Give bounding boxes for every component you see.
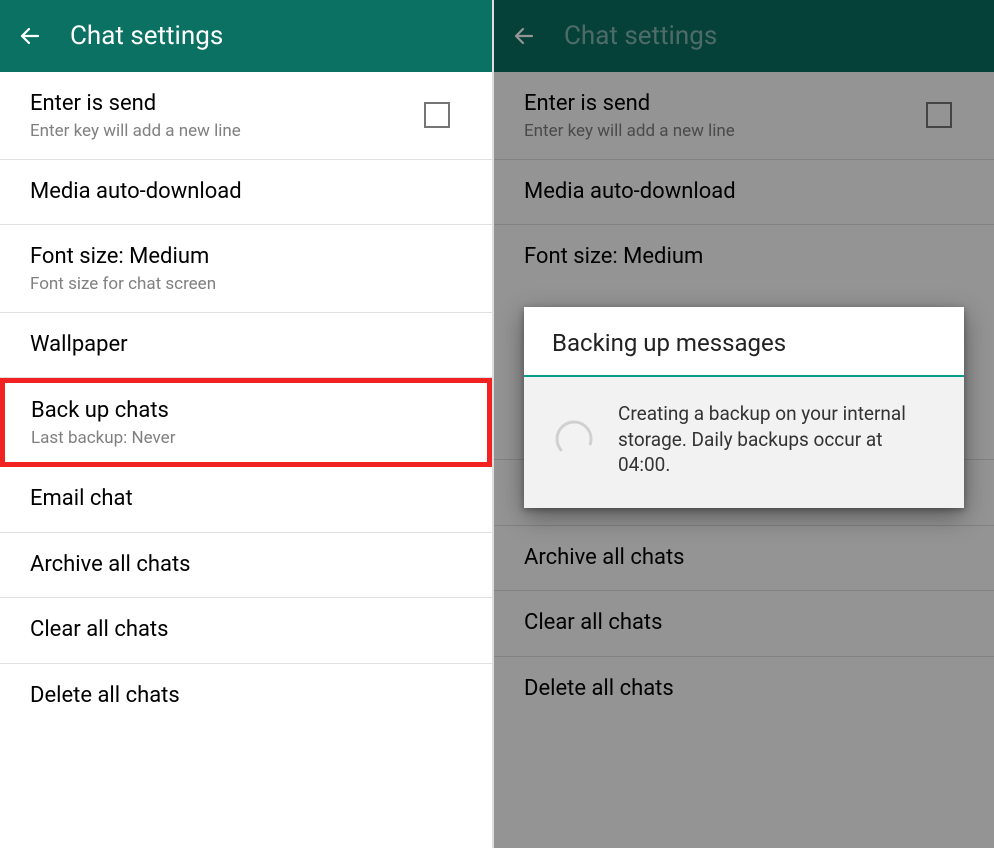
page-title: Chat settings xyxy=(564,21,717,51)
item-title: Media auto-download xyxy=(524,178,964,207)
enter-send-checkbox[interactable] xyxy=(926,102,952,128)
header: Chat settings xyxy=(494,0,994,72)
delete-all-row[interactable]: Delete all chats xyxy=(494,657,994,722)
item-subtitle: Enter key will add a new line xyxy=(524,121,926,141)
settings-list: Enter is send Enter key will add a new l… xyxy=(0,72,492,728)
font-size-row[interactable]: Font size: Medium Font size for chat scr… xyxy=(0,225,492,313)
item-title: Wallpaper xyxy=(30,331,462,360)
header: Chat settings xyxy=(0,0,492,72)
archive-all-row[interactable]: Archive all chats xyxy=(494,526,994,592)
screen-left: Chat settings Enter is send Enter key wi… xyxy=(0,0,494,848)
delete-all-row[interactable]: Delete all chats xyxy=(0,664,492,729)
item-title: Font size: Medium xyxy=(30,243,462,272)
item-title: Clear all chats xyxy=(30,616,462,645)
item-title: Email chat xyxy=(30,485,462,514)
item-title: Font size: Medium xyxy=(524,243,964,272)
item-subtitle: Enter key will add a new line xyxy=(30,121,424,141)
item-title: Media auto-download xyxy=(30,178,462,207)
page-title: Chat settings xyxy=(70,21,223,51)
item-title: Delete all chats xyxy=(524,675,964,704)
enter-is-send-row[interactable]: Enter is send Enter key will add a new l… xyxy=(0,72,492,160)
item-title: Enter is send xyxy=(524,90,926,119)
media-auto-download-row[interactable]: Media auto-download xyxy=(494,160,994,226)
item-title: Enter is send xyxy=(30,90,424,119)
email-chat-row[interactable]: Email chat xyxy=(0,467,492,533)
enter-is-send-row[interactable]: Enter is send Enter key will add a new l… xyxy=(494,72,994,160)
item-title: Back up chats xyxy=(31,397,461,426)
backup-dialog: Backing up messages Creating a backup on… xyxy=(524,307,964,508)
archive-all-row[interactable]: Archive all chats xyxy=(0,533,492,599)
screen-right: Chat settings Enter is send Enter key wi… xyxy=(494,0,994,848)
clear-all-row[interactable]: Clear all chats xyxy=(0,598,492,664)
item-subtitle: Font size for chat screen xyxy=(30,274,462,294)
dialog-title: Backing up messages xyxy=(524,307,964,377)
back-arrow-icon[interactable] xyxy=(512,24,536,48)
item-subtitle: Last backup: Never xyxy=(31,428,461,448)
item-title: Clear all chats xyxy=(524,609,964,638)
media-auto-download-row[interactable]: Media auto-download xyxy=(0,160,492,226)
backup-chats-row[interactable]: Back up chats Last backup: Never xyxy=(0,378,492,467)
item-title: Delete all chats xyxy=(30,682,462,711)
wallpaper-row[interactable]: Wallpaper xyxy=(0,313,492,379)
dialog-body: Creating a backup on your internal stora… xyxy=(524,377,964,508)
spinner-icon xyxy=(552,417,596,461)
enter-send-checkbox[interactable] xyxy=(424,102,450,128)
clear-all-row[interactable]: Clear all chats xyxy=(494,591,994,657)
item-title: Archive all chats xyxy=(524,544,964,573)
dialog-message: Creating a backup on your internal stora… xyxy=(618,401,936,478)
item-title: Archive all chats xyxy=(30,551,462,580)
back-arrow-icon[interactable] xyxy=(18,24,42,48)
